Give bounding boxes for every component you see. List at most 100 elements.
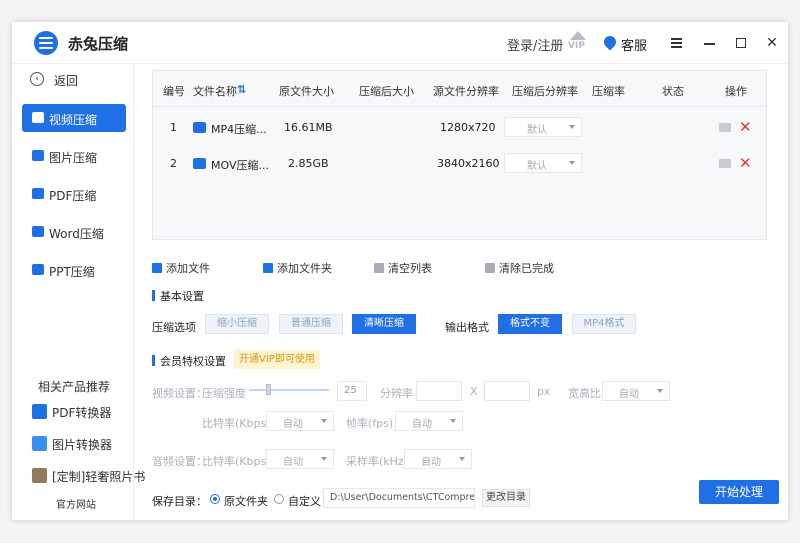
col-compressed-size: 压缩后大小 <box>359 85 414 98</box>
add-file-button[interactable]: 添加文件 <box>152 260 210 276</box>
close-icon[interactable]: ✕ <box>762 33 782 53</box>
login-link[interactable]: 登录/注册 <box>507 35 563 54</box>
col-actions: 操作 <box>725 85 747 98</box>
strength-slider-thumb[interactable] <box>266 384 271 395</box>
word-icon <box>32 226 44 237</box>
pdf-icon <box>32 188 44 199</box>
vip-icon-label: VIP <box>568 41 585 51</box>
sidebar-item-image[interactable]: 图片压缩 <box>22 142 126 170</box>
service-icon[interactable] <box>601 33 619 51</box>
audio-bitrate-select[interactable]: 自动 <box>266 449 334 469</box>
change-dir-button[interactable]: 更改目录 <box>482 489 530 507</box>
menu-icon[interactable] <box>667 33 687 53</box>
radio-original-folder[interactable] <box>210 494 220 504</box>
add-file-label: 添加文件 <box>166 262 210 275</box>
output-resolution-select[interactable]: 默认 <box>504 153 582 173</box>
video-file-icon <box>193 122 206 133</box>
strength-label: 压缩强度 <box>202 387 246 400</box>
video-file-icon <box>193 158 206 169</box>
delete-icon[interactable]: ✕ <box>739 154 752 172</box>
sidebar-item-label: 图片压缩 <box>49 151 98 165</box>
px-unit: px <box>537 385 551 398</box>
clear-list-label: 清空列表 <box>388 262 432 275</box>
row-filename: MP4压缩... <box>211 123 267 136</box>
app-window: 赤兔压缩 登录/注册 VIP 客服 ✕ ‹ 返回 视频压缩 图片压缩 PDF压缩… <box>12 22 788 520</box>
output-format-label: 输出格式 <box>445 321 489 334</box>
official-website-link[interactable]: 官方网站 <box>56 496 96 511</box>
sample-rate-value: 自动 <box>421 457 441 468</box>
add-file-icon <box>152 263 162 273</box>
related-item-label: PDF转换器 <box>52 406 112 420</box>
vip-upgrade-badge[interactable]: 开通VIP即可使用 <box>234 350 320 369</box>
pdf-converter-icon <box>32 404 47 419</box>
strength-input[interactable]: 25 <box>337 381 367 401</box>
sidebar-item-label: 视频压缩 <box>49 113 98 127</box>
col-output-resolution: 压缩后分辨率 <box>512 85 578 98</box>
sample-rate-select[interactable]: 自动 <box>404 449 472 469</box>
fps-value: 自动 <box>412 419 432 430</box>
delete-icon[interactable]: ✕ <box>739 118 752 136</box>
resolution-label: 分辨率 <box>380 387 413 400</box>
custom-folder-label: 自定义 <box>288 495 321 508</box>
related-item-label: [定制]轻奢照片书 <box>52 470 146 484</box>
option-shrink-button[interactable]: 缩小压缩 <box>205 314 269 334</box>
option-normal-button[interactable]: 普通压缩 <box>279 314 343 334</box>
image-converter-icon <box>32 436 47 451</box>
format-mp4-button[interactable]: MP4格式 <box>572 314 636 334</box>
sidebar-item-word[interactable]: Word压缩 <box>22 218 126 246</box>
sidebar-item-ppt[interactable]: PPT压缩 <box>22 256 126 284</box>
related-item-label: 图片转换器 <box>52 438 113 452</box>
save-path-input[interactable]: D:\User\Documents\CTCompres <box>323 488 475 508</box>
sidebar-item-pdf[interactable]: PDF压缩 <box>22 180 126 208</box>
strength-slider-track[interactable] <box>249 389 329 391</box>
vip-icon[interactable]: VIP <box>568 31 588 53</box>
aspect-ratio-value: 自动 <box>619 389 639 400</box>
table-row[interactable]: 2 MOV压缩... 2.85GB 3840x2160 默认 ✕ <box>153 147 766 183</box>
back-arrow-icon: ‹ <box>30 72 44 86</box>
col-original-size: 原文件大小 <box>279 85 334 98</box>
audio-settings-label: 音频设置： <box>152 455 207 468</box>
col-filename[interactable]: 文件名称 <box>193 83 237 99</box>
ppt-icon <box>32 264 44 275</box>
service-button[interactable]: 客服 <box>621 35 647 54</box>
table-header: 编号 文件名称 ⇅ 原文件大小 压缩后大小 源文件分辨率 压缩后分辨率 压缩率 … <box>153 71 766 107</box>
chevron-down-icon <box>657 389 663 393</box>
compress-options-label: 压缩选项 <box>152 321 196 334</box>
aspect-ratio-label: 宽高比 <box>568 387 601 400</box>
minimize-icon[interactable] <box>700 33 720 53</box>
image-icon <box>32 150 44 161</box>
add-folder-button[interactable]: 添加文件夹 <box>263 260 332 276</box>
sidebar-item-video[interactable]: 视频压缩 <box>22 104 126 132</box>
folder-icon[interactable] <box>719 123 731 132</box>
folder-icon[interactable] <box>719 159 731 168</box>
resolution-height-input[interactable] <box>484 381 530 401</box>
save-dir-label: 保存目录： <box>152 495 207 508</box>
output-resolution-select[interactable]: 默认 <box>504 117 582 137</box>
format-keep-button[interactable]: 格式不变 <box>498 314 562 334</box>
sort-icon[interactable]: ⇅ <box>237 83 246 96</box>
resolution-separator: X <box>470 385 478 398</box>
table-row[interactable]: 1 MP4压缩... 16.61MB 1280x720 默认 ✕ <box>153 111 766 147</box>
maximize-icon[interactable] <box>731 33 751 53</box>
row-source-resolution: 1280x720 <box>440 121 496 134</box>
option-clear-button[interactable]: 清晰压缩 <box>352 314 416 334</box>
row-filename: MOV压缩... <box>211 159 269 172</box>
start-button[interactable]: 开始处理 <box>699 480 779 504</box>
output-resolution-value: 默认 <box>527 161 547 172</box>
audio-bitrate-value: 自动 <box>283 457 303 468</box>
fps-select[interactable]: 自动 <box>395 411 463 431</box>
aspect-ratio-select[interactable]: 自动 <box>602 381 670 401</box>
clear-list-button[interactable]: 清空列表 <box>374 260 432 276</box>
related-products-title: 相关产品推荐 <box>38 380 111 394</box>
resolution-width-input[interactable] <box>416 381 462 401</box>
bitrate-select[interactable]: 自动 <box>266 411 334 431</box>
title-bar: 赤兔压缩 登录/注册 VIP 客服 ✕ <box>12 22 788 64</box>
row-number: 2 <box>170 157 177 170</box>
app-logo-icon <box>34 31 58 55</box>
add-folder-label: 添加文件夹 <box>277 262 332 275</box>
sidebar-item-label: Word压缩 <box>49 227 104 241</box>
sample-rate-label: 采样率(kHz) <box>346 455 408 468</box>
clear-done-button[interactable]: 清除已完成 <box>485 260 554 276</box>
radio-custom-folder[interactable] <box>274 494 284 504</box>
video-settings-label: 视频设置： <box>152 387 207 400</box>
